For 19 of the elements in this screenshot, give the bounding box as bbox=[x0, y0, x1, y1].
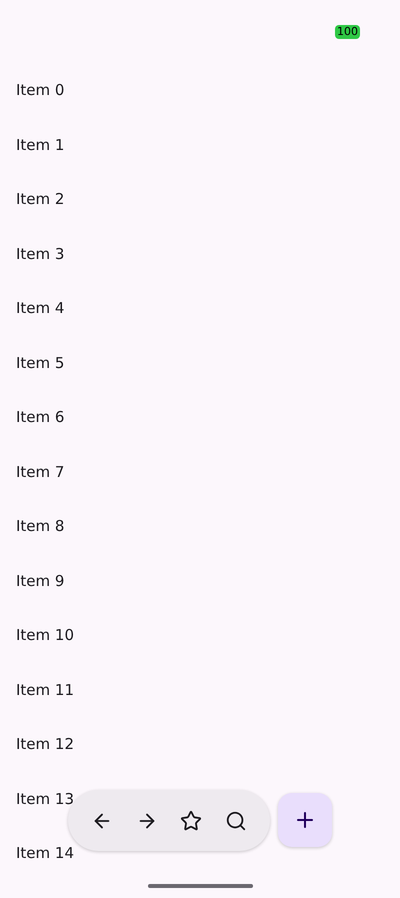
list-item[interactable]: Item 12 bbox=[16, 735, 74, 754]
list-item[interactable]: Item 5 bbox=[16, 354, 64, 372]
list-item[interactable]: Item 2 bbox=[16, 190, 64, 208]
list-item[interactable]: Item 6 bbox=[16, 408, 64, 426]
list-item[interactable]: Item 14 bbox=[16, 844, 74, 862]
star-icon[interactable] bbox=[180, 810, 202, 832]
list-item[interactable]: Item 4 bbox=[16, 299, 64, 318]
list-item[interactable]: Item 0 bbox=[16, 81, 64, 100]
list-item[interactable]: Item 11 bbox=[16, 680, 74, 699]
search-icon[interactable] bbox=[224, 810, 247, 832]
list-item[interactable]: Item 3 bbox=[16, 244, 64, 263]
list-item[interactable]: Item 7 bbox=[16, 462, 64, 481]
list-item[interactable]: Item 1 bbox=[16, 136, 64, 154]
list-item[interactable]: Item 10 bbox=[16, 626, 74, 644]
list-item[interactable]: Item 9 bbox=[16, 572, 64, 590]
list-item[interactable]: Item 13 bbox=[16, 790, 74, 808]
battery-level: 100 bbox=[335, 25, 360, 39]
list-item[interactable]: Item 8 bbox=[16, 517, 64, 536]
add-button[interactable] bbox=[278, 793, 332, 847]
